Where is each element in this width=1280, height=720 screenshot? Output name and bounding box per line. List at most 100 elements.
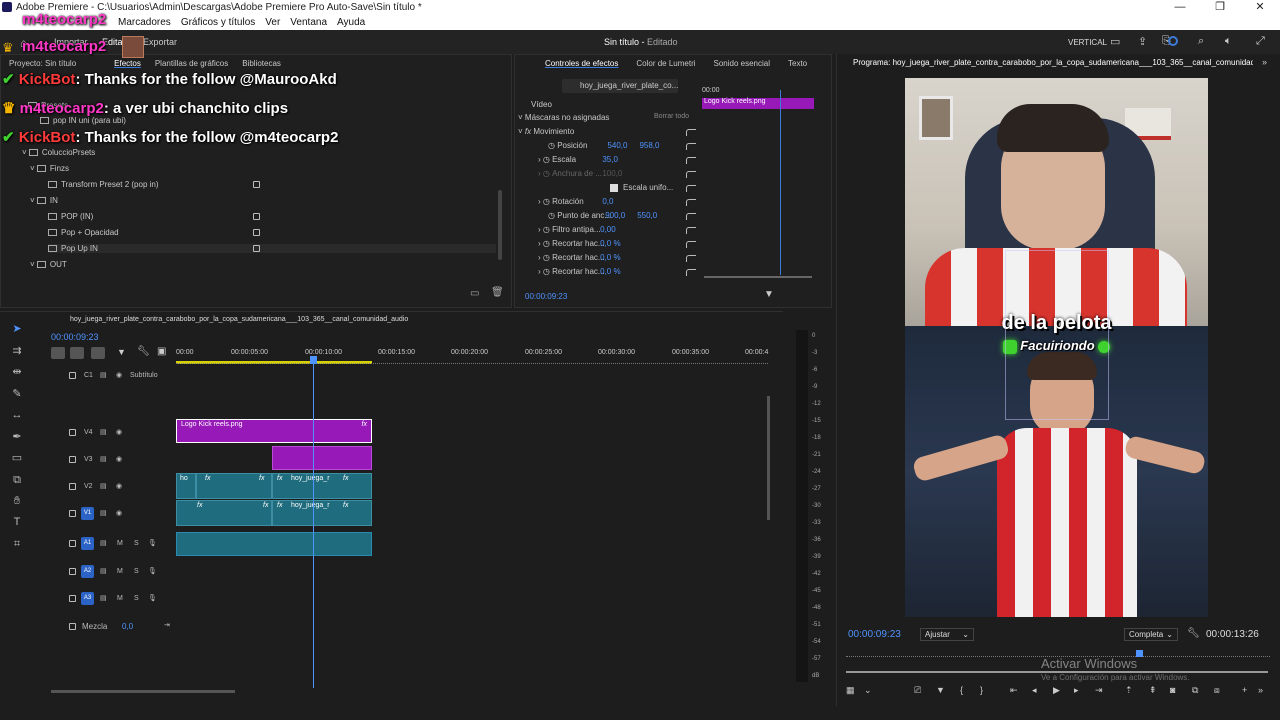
lock-icon[interactable] [69, 595, 76, 602]
reset-icon[interactable] [686, 129, 696, 136]
clip-v1-a[interactable]: fx fx [176, 500, 272, 526]
close-button[interactable]: ✕ [1240, 0, 1280, 14]
frame-icon[interactable]: ⧉ [9, 472, 25, 488]
track-target-badge[interactable]: A1 [81, 537, 94, 550]
more-icon[interactable]: » [1258, 685, 1263, 695]
trim-icon[interactable]: ⧈ [1214, 685, 1220, 696]
position-y-value[interactable]: 958,0 [639, 141, 659, 150]
program-title[interactable]: Programa: hoy_juega_river_plate_contra_c… [853, 58, 1253, 67]
crop-3-value[interactable]: 0,0 % [600, 267, 620, 276]
lift-icon[interactable]: ⇡ [1125, 685, 1133, 696]
playhead-handle[interactable] [310, 356, 317, 364]
solo-button[interactable]: S [134, 568, 139, 575]
mute-button[interactable]: M [117, 595, 123, 602]
add-marker-icon[interactable]: ▼ [936, 685, 945, 695]
crop-1-value[interactable]: 0,0 % [600, 239, 620, 248]
lock-icon[interactable] [69, 456, 76, 463]
tab-proyecto[interactable]: Proyecto: Sin título [9, 59, 76, 68]
timeline-v-scroll[interactable] [767, 396, 770, 520]
sync-icon[interactable]: ▤ [100, 594, 107, 602]
tree-item-transform-preset[interactable]: Transform Preset 2 (pop in) [48, 180, 159, 189]
reset-icon[interactable] [686, 241, 696, 248]
reset-icon[interactable] [686, 171, 696, 178]
position-x-value[interactable]: 540,0 [607, 141, 639, 150]
captions-icon[interactable]: ▣ [157, 346, 166, 357]
eye-icon[interactable]: ◉ [116, 509, 122, 517]
motion-effect-row[interactable]: ˅ fx Movimiento [518, 127, 698, 141]
lock-icon[interactable] [69, 623, 76, 630]
mic-icon[interactable]: 🎙︎ [148, 594, 157, 602]
trash-icon[interactable]: 🗑︎ [491, 287, 504, 298]
go-to-out-icon[interactable]: ⇥ [1095, 685, 1103, 696]
tab-plantillas[interactable]: Plantillas de gráficos [155, 59, 228, 68]
ripple-edit-icon[interactable]: ⇹ [9, 364, 25, 380]
clip-v3[interactable] [272, 446, 372, 470]
volume-icon[interactable]: 🔈︎ [1225, 35, 1232, 48]
razor-icon[interactable]: ✎ [9, 386, 25, 402]
filter-icon[interactable]: ▼ [764, 289, 774, 300]
mic-icon[interactable]: 🎙︎ [148, 567, 157, 575]
settings-icon[interactable]: 🔧︎ [137, 346, 150, 357]
tab-lumetri[interactable]: Color de Lumetri [636, 59, 695, 68]
clip-v2-b[interactable]: fx fx [196, 473, 272, 499]
extract-icon[interactable]: ⇞ [1149, 685, 1157, 696]
tree-item-pop-in[interactable]: POP (IN) [48, 212, 93, 221]
safe-margins-icon[interactable]: ⎚ [914, 685, 921, 696]
clip-v2-a[interactable]: ho [176, 473, 196, 499]
mute-button[interactable]: M [117, 568, 123, 575]
sync-icon[interactable]: ▤ [100, 509, 107, 517]
panel-menu-icon[interactable]: » [1262, 57, 1267, 67]
lock-icon[interactable] [69, 510, 76, 517]
uniform-scale-checkbox[interactable] [610, 183, 618, 192]
menu-ayuda[interactable]: Ayuda [337, 17, 365, 28]
mini-zoom-bar[interactable] [704, 276, 812, 278]
track-select-icon[interactable]: ⇉ [9, 343, 25, 359]
menu-ver[interactable]: Ver [265, 17, 280, 28]
menu-graficos[interactable]: Gráficos y títulos [181, 17, 255, 28]
solo-button[interactable]: S [134, 595, 139, 602]
tab-controles-efectos[interactable]: Controles de efectos [545, 59, 618, 68]
search-icon[interactable]: ⌕ [1198, 35, 1204, 48]
delete-all-button[interactable]: Borrar todo [654, 113, 689, 120]
workspace-layout-label[interactable]: VERTICAL [1068, 38, 1107, 47]
reset-icon[interactable] [686, 213, 696, 220]
add-marker-icon[interactable]: ▼ [117, 347, 126, 357]
sequence-tab[interactable]: hoy_juega_river_plate_contra_carabobo_po… [70, 316, 408, 323]
comparison-icon[interactable]: ⧉ [1192, 685, 1198, 696]
menu-ventana[interactable]: Ventana [290, 17, 327, 28]
source-clip-dropdown[interactable]: hoy_juega_river_plate_co... [562, 79, 678, 93]
tab-sonido[interactable]: Sonido esencial [714, 59, 770, 68]
wrench-icon[interactable]: 🔧︎ [1187, 628, 1200, 639]
fullscreen-icon[interactable]: ⤢ [1256, 35, 1265, 48]
type-tool-icon[interactable]: T [9, 514, 25, 530]
track-target-badge[interactable]: A3 [81, 592, 94, 605]
anchor-y-value[interactable]: 550,0 [637, 211, 657, 220]
panel-scrollbar[interactable] [498, 190, 502, 260]
add-button-icon[interactable]: + [1242, 685, 1247, 695]
new-bin-icon[interactable]: ▭ [470, 288, 479, 299]
rectangle-icon[interactable]: ▭ [9, 450, 25, 466]
clip-v2-c[interactable]: fx hoy_juega_r fx [272, 473, 372, 499]
program-video-frame[interactable]: de la pelota Facuiriondo [905, 78, 1208, 617]
eye-icon[interactable]: ◉ [116, 428, 122, 436]
pen-icon[interactable]: ✒ [9, 429, 25, 445]
track-target-badge[interactable]: A2 [81, 565, 94, 578]
lock-icon[interactable] [69, 372, 76, 379]
tree-item-in[interactable]: ˅ IN [30, 196, 58, 205]
time-ruler[interactable]: 00:00 00:00:05:00 00:00:10:00 00:00:15:0… [176, 346, 768, 366]
lock-icon[interactable] [69, 483, 76, 490]
tab-texto[interactable]: Texto [788, 59, 807, 68]
solo-button[interactable]: S [134, 540, 139, 547]
timeline-timecode[interactable]: 00:00:09:23 [51, 332, 99, 342]
step-back-icon[interactable]: ◂ [1032, 685, 1037, 696]
reset-icon[interactable] [686, 185, 696, 192]
maximize-button[interactable]: ❐ [1200, 0, 1240, 14]
reset-icon[interactable] [686, 227, 696, 234]
camera-icon[interactable]: ◙ [1170, 685, 1175, 695]
antiflicker-value[interactable]: 0,00 [600, 225, 616, 234]
caption-tool-icon[interactable]: ⌗ [9, 536, 25, 552]
sync-icon[interactable]: ▤ [100, 371, 107, 379]
workspaces-icon[interactable]: ▭ [1110, 35, 1120, 48]
clip-v1-b[interactable]: fx hoy_juega_r fx [272, 500, 372, 526]
menu-marcadores[interactable]: Marcadores [118, 17, 171, 28]
